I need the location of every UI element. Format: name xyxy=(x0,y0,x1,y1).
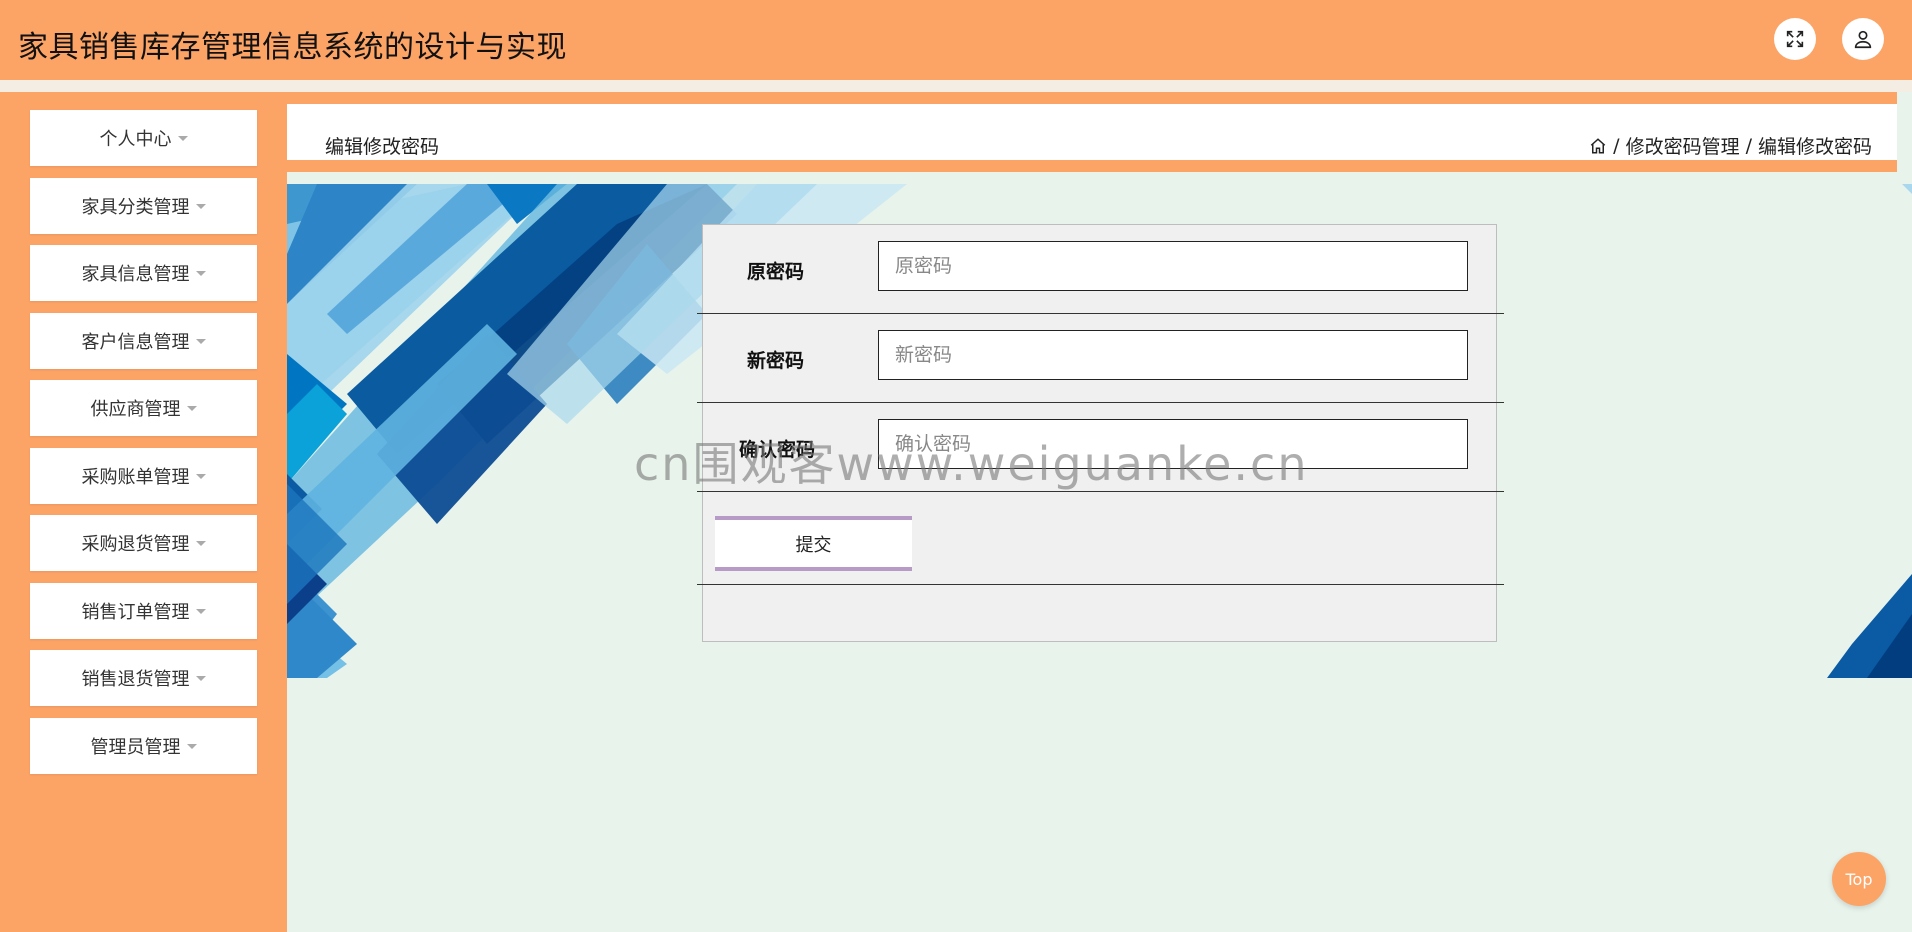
breadcrumb-separator: / xyxy=(1745,134,1752,157)
old-password-input[interactable] xyxy=(878,241,1468,291)
caret-down-icon xyxy=(195,675,206,681)
sidebar-item-label: 管理员管理 xyxy=(90,737,181,758)
sidebar-item-label: 采购退货管理 xyxy=(81,534,190,555)
sidebar-item-admin[interactable]: 管理员管理 xyxy=(30,718,257,774)
caret-down-icon xyxy=(177,135,188,141)
sidebar-item-customer[interactable]: 客户信息管理 xyxy=(30,313,257,369)
sidebar-item-label: 销售订单管理 xyxy=(81,602,190,623)
sidebar-item-label: 供应商管理 xyxy=(90,399,181,420)
user-icon xyxy=(1854,30,1872,49)
form-row-old-password: 原密码 xyxy=(697,225,1504,314)
old-password-label: 原密码 xyxy=(747,261,805,283)
sidebar: 个人中心 家具分类管理 家具信息管理 客户信息管理 供应商管理 采购账单管理 采… xyxy=(0,92,287,932)
password-form: 原密码 新密码 确认密码 提交 xyxy=(697,224,1504,642)
breadcrumb: / 修改密码管理 / 编辑修改密码 xyxy=(1589,132,1872,159)
sidebar-item-purchase-return[interactable]: 采购退货管理 xyxy=(30,515,257,571)
sidebar-item-sales-order[interactable]: 销售订单管理 xyxy=(30,583,257,639)
breadcrumb-separator: / xyxy=(1613,134,1620,157)
fullscreen-button[interactable] xyxy=(1774,18,1816,60)
new-password-input[interactable] xyxy=(878,330,1468,380)
top-header: 家具销售库存管理信息系统的设计与实现 xyxy=(0,0,1912,80)
form-row-confirm-password: 确认密码 xyxy=(697,403,1504,492)
caret-down-icon xyxy=(195,338,206,344)
sidebar-item-label: 销售退货管理 xyxy=(81,669,190,690)
sidebar-item-purchase-bill[interactable]: 采购账单管理 xyxy=(30,448,257,504)
breadcrumb-item[interactable]: 修改密码管理 xyxy=(1626,132,1740,159)
sidebar-item-label: 客户信息管理 xyxy=(81,332,190,353)
breadcrumb-item: 编辑修改密码 xyxy=(1757,136,1872,158)
caret-down-icon xyxy=(195,473,206,479)
confirm-password-input[interactable] xyxy=(878,419,1468,469)
user-button[interactable] xyxy=(1842,18,1884,60)
new-password-label: 新密码 xyxy=(747,350,805,372)
sidebar-item-furniture[interactable]: 家具信息管理 xyxy=(30,245,257,301)
caret-down-icon xyxy=(195,540,206,546)
caret-down-icon xyxy=(195,270,206,276)
caret-down-icon xyxy=(186,743,197,749)
sidebar-item-supplier[interactable]: 供应商管理 xyxy=(30,380,257,436)
sidebar-item-label: 家具信息管理 xyxy=(81,264,190,285)
sidebar-item-sales-return[interactable]: 销售退货管理 xyxy=(30,650,257,706)
caret-down-icon xyxy=(195,203,206,209)
submit-button[interactable]: 提交 xyxy=(715,516,912,571)
sidebar-item-label: 采购账单管理 xyxy=(81,467,190,488)
page-title: 编辑修改密码 xyxy=(325,136,440,158)
form-row-submit: 提交 xyxy=(697,492,1504,585)
home-icon[interactable] xyxy=(1589,137,1607,155)
sidebar-item-label: 家具分类管理 xyxy=(81,197,190,218)
form-row-new-password: 新密码 xyxy=(697,314,1504,403)
caret-down-icon xyxy=(195,608,206,614)
caret-down-icon xyxy=(186,405,197,411)
confirm-password-label: 确认密码 xyxy=(739,439,816,461)
header-divider xyxy=(0,80,1912,92)
expand-icon xyxy=(1786,30,1804,48)
main-content: 编辑修改密码 / 修改密码管理 / 编辑修改密码 原密码 新密码 确认密码 提交 xyxy=(287,92,1912,932)
sidebar-item-personal-center[interactable]: 个人中心 xyxy=(30,110,257,166)
app-title: 家具销售库存管理信息系统的设计与实现 xyxy=(18,30,567,65)
back-to-top-button[interactable]: Top xyxy=(1832,852,1886,906)
sidebar-item-label: 个人中心 xyxy=(99,129,172,150)
sidebar-item-category[interactable]: 家具分类管理 xyxy=(30,178,257,234)
breadcrumb-bar-top xyxy=(287,92,1897,104)
